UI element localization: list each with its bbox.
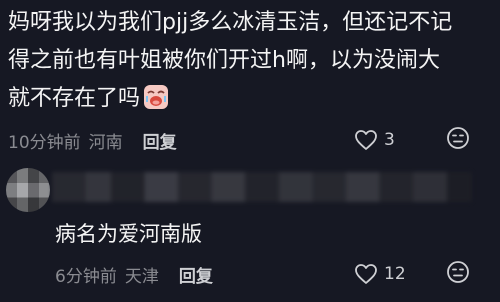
main-comment-line-3: 就不存在了吗 (8, 86, 141, 111)
reply-comment-dislike-button[interactable] (446, 260, 470, 289)
reply-comment-actions: 12 (354, 260, 470, 288)
crying-face-emoji-icon (143, 84, 169, 110)
heart-outline-icon (354, 263, 378, 285)
comment-thread: 妈呀我以为我们pjj多么冰清玉洁，但还记不记 得之前也有叶姐被你们开过h啊，以为… (0, 0, 500, 302)
reply-comment-reply-button[interactable]: 回复 (179, 262, 213, 287)
dislike-face-icon (446, 260, 470, 289)
reply-comment-meta: 6分钟前 天津 回复 12 (55, 260, 500, 288)
main-comment-reply-button[interactable]: 回复 (143, 128, 177, 153)
reply-avatar[interactable] (6, 168, 50, 212)
main-comment-line-1: 妈呀我以为我们pjj多么冰清玉洁，但还记不记 (8, 10, 453, 35)
main-comment-dislike-button[interactable] (446, 126, 470, 155)
main-comment-actions: 3 (354, 126, 470, 154)
main-comment-like-button[interactable]: 3 (354, 129, 406, 151)
reply-username-blurred (52, 172, 472, 202)
reply-comment-like-count: 12 (384, 264, 406, 284)
reply-comment-time: 6分钟前 (55, 266, 117, 287)
main-comment: 妈呀我以为我们pjj多么冰清玉洁，但还记不记 得之前也有叶姐被你们开过h啊，以为… (8, 4, 492, 118)
reply-comment-like-button[interactable]: 12 (354, 263, 406, 285)
main-comment-location: 河南 (88, 132, 123, 153)
main-comment-like-count: 3 (384, 130, 395, 150)
main-comment-text: 妈呀我以为我们pjj多么冰清玉洁，但还记不记 得之前也有叶姐被你们开过h啊，以为… (8, 4, 492, 118)
heart-outline-icon (354, 129, 378, 151)
reply-comment-text: 病名为爱河南版 (55, 222, 202, 246)
main-comment-time: 10分钟前 (8, 132, 81, 153)
main-comment-line-2: 得之前也有叶姐被你们开过h啊，以为没闹大 (8, 48, 440, 73)
dislike-face-icon (446, 126, 470, 155)
main-comment-meta: 10分钟前 河南 回复 3 (8, 126, 500, 154)
reply-comment-location: 天津 (124, 266, 159, 287)
